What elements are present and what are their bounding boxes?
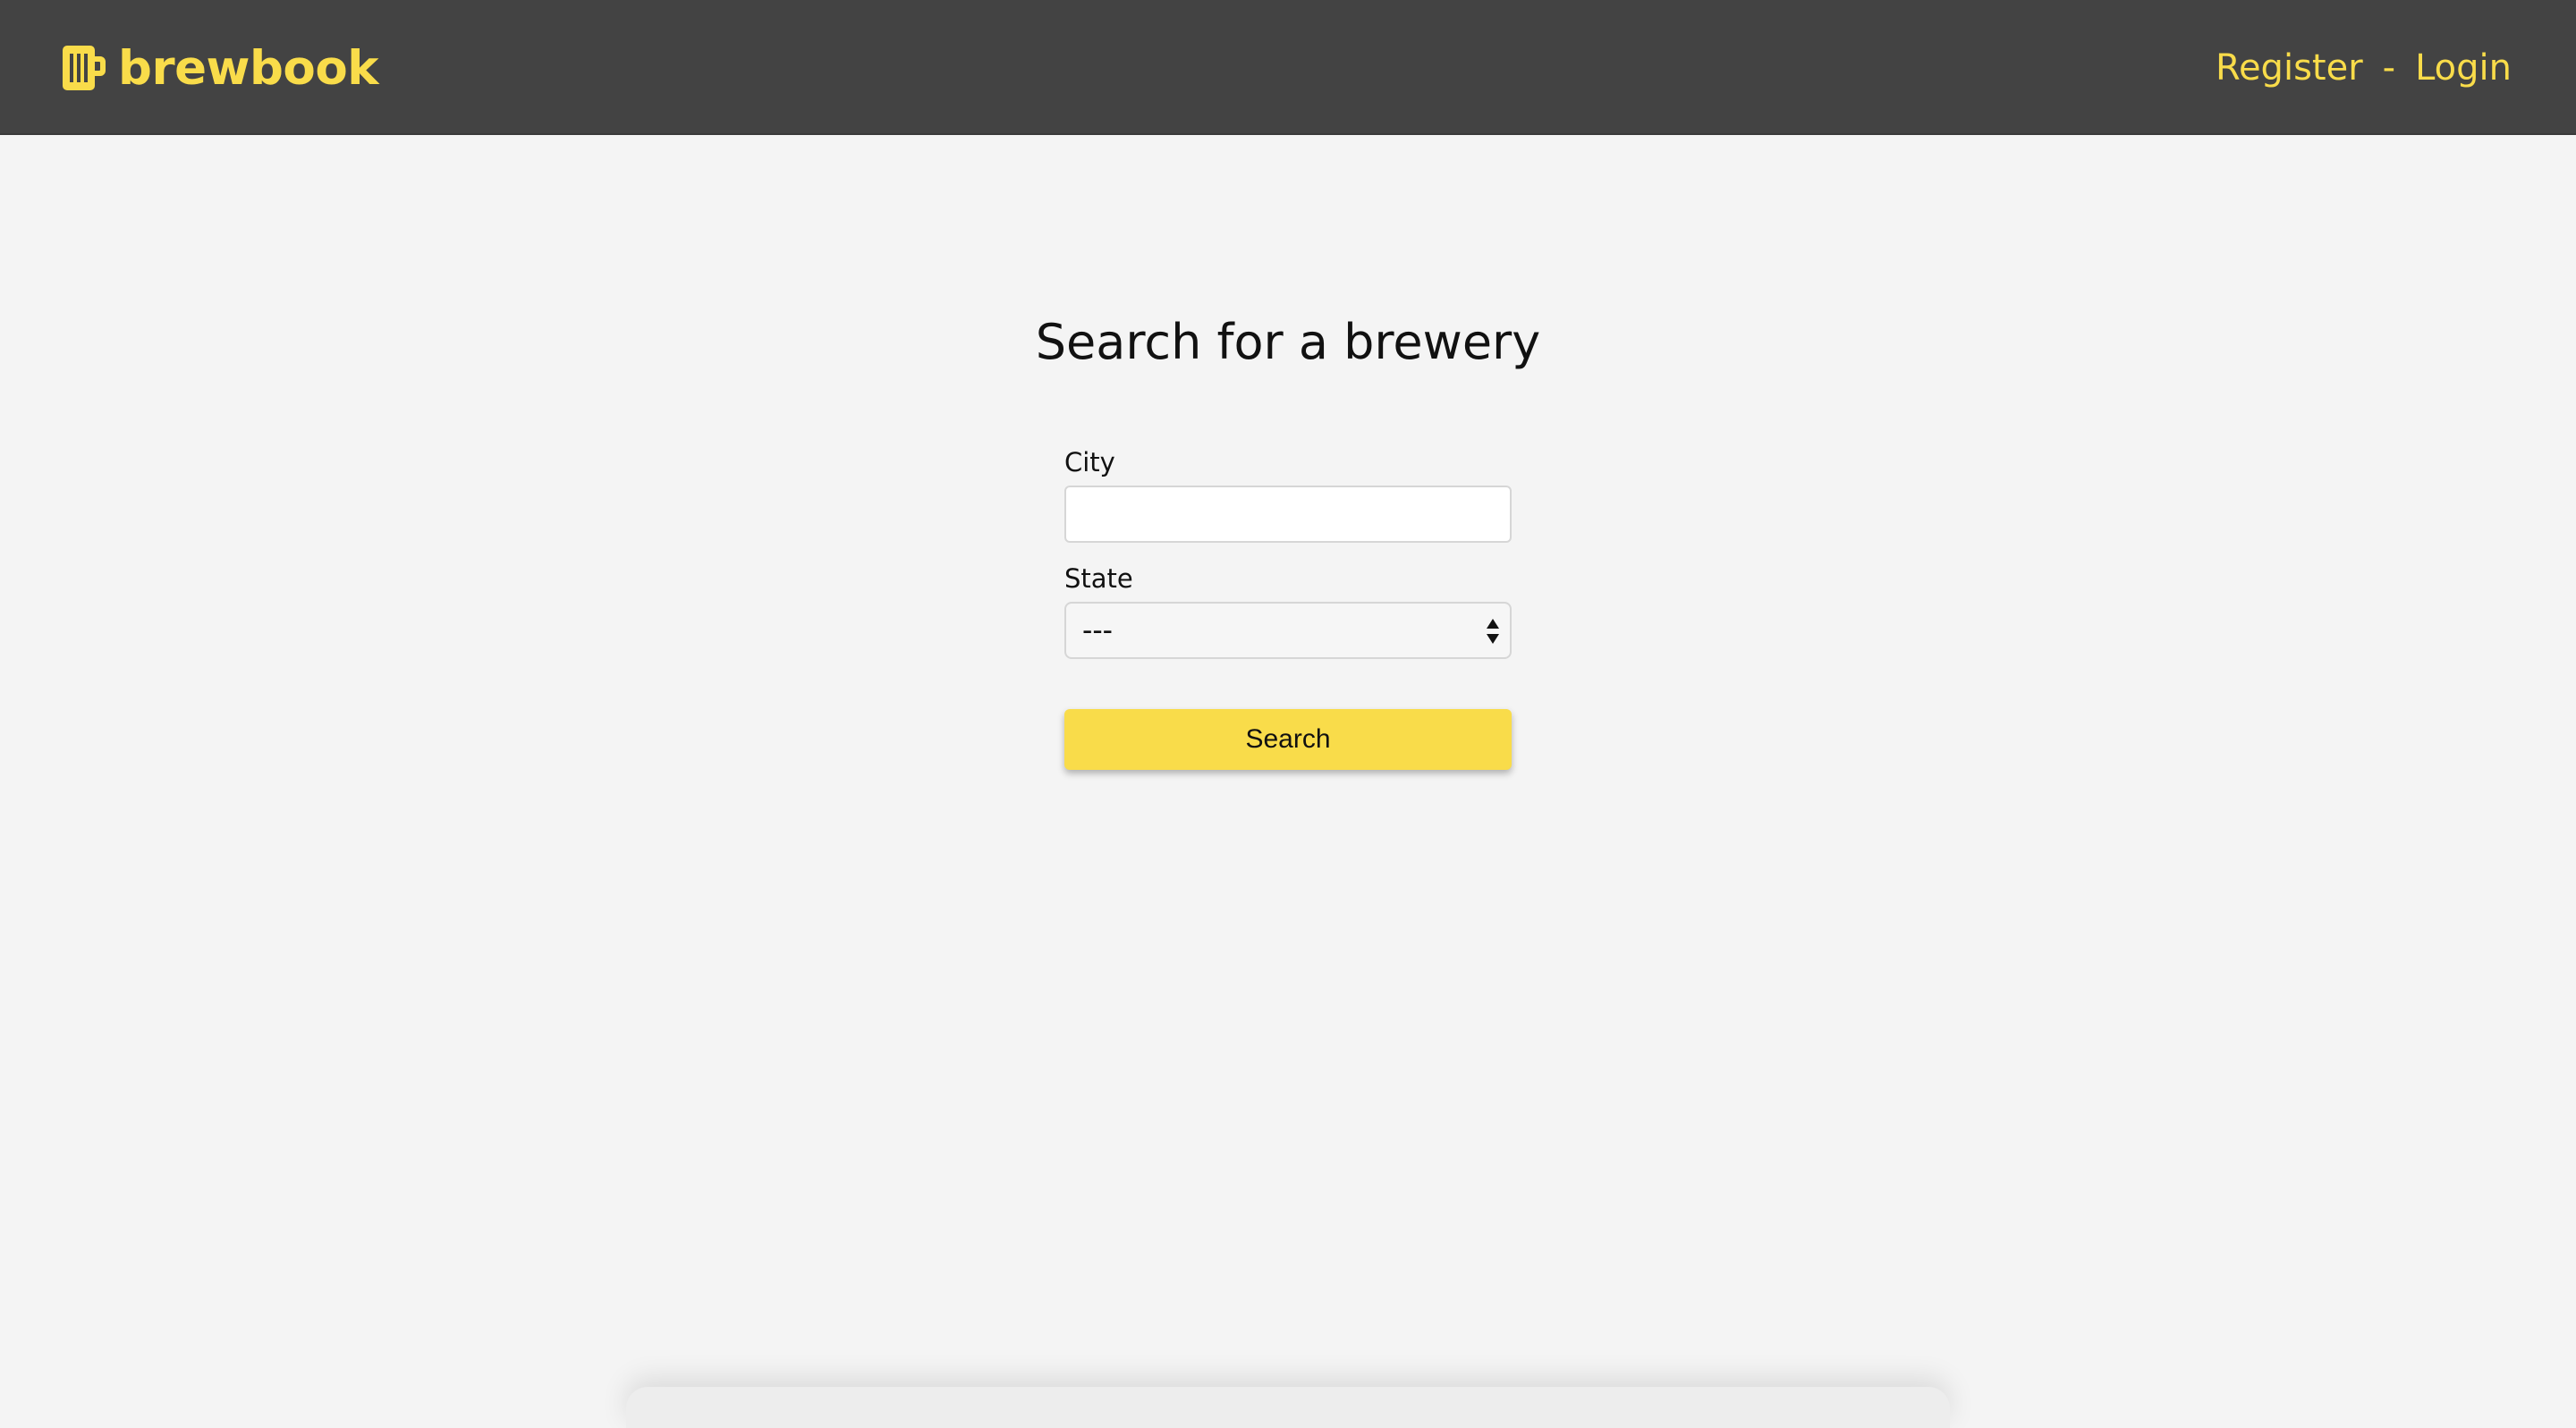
- auth-links: Register - Login: [2216, 43, 2512, 93]
- main-content: Search for a brewery City State --- Sear…: [0, 135, 2576, 1428]
- field-spacer: [1064, 543, 1512, 561]
- footer-panel-edge: [626, 1387, 1950, 1428]
- beer-mug-icon: [63, 46, 106, 90]
- state-select[interactable]: ---: [1064, 602, 1512, 659]
- auth-separator: -: [2382, 47, 2396, 89]
- login-link[interactable]: Login: [2415, 47, 2512, 89]
- brand-name: brewbook: [118, 40, 379, 96]
- top-navbar: brewbook Register - Login: [0, 0, 2576, 135]
- select-arrows-icon: [1487, 619, 1499, 644]
- state-label: State: [1064, 563, 1133, 594]
- city-input[interactable]: [1064, 486, 1512, 543]
- state-selected-value: ---: [1082, 613, 1113, 647]
- page-title: Search for a brewery: [1035, 314, 1541, 370]
- search-button[interactable]: Search: [1064, 709, 1512, 770]
- register-link[interactable]: Register: [2216, 47, 2363, 89]
- brand-logo-link[interactable]: brewbook: [63, 39, 379, 97]
- brewery-search-form: City State --- Search: [1064, 444, 1512, 770]
- city-label: City: [1064, 447, 1115, 477]
